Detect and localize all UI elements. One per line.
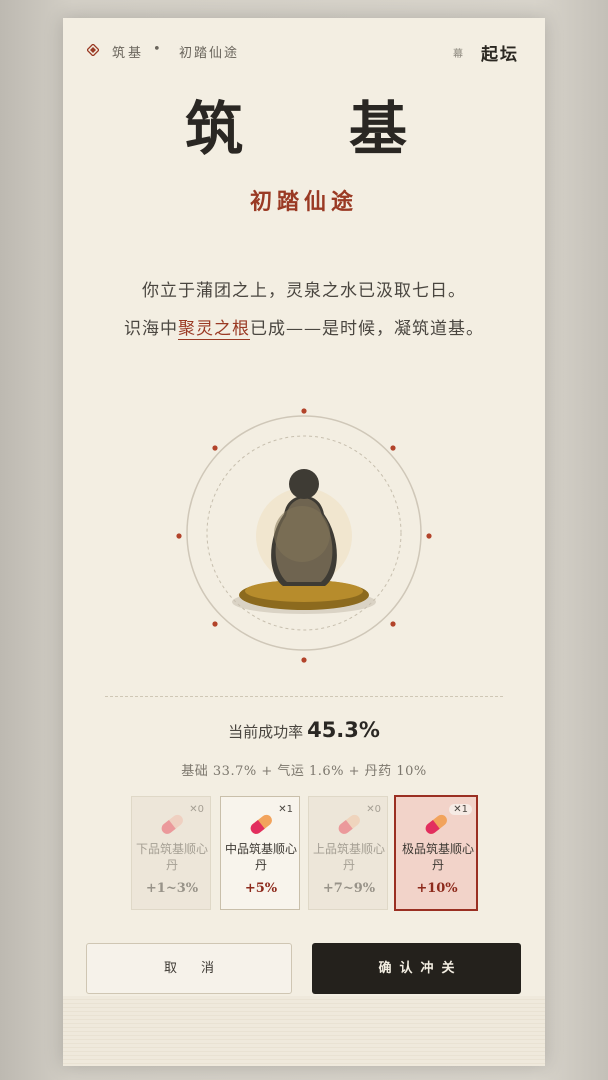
brand-prefix: 幕 [453,49,463,60]
breakthrough-dialog: 筑基 • 初踏仙途 幕 起坛 筑 基 初踏仙途 你立于蒲团之上，灵泉之水已汲取七… [63,18,545,1066]
narrative-highlight: 聚灵之根 [178,319,250,340]
success-rate-value: 45.3% [307,718,380,742]
success-rate: 当前成功率 45.3% [63,718,545,742]
pill-quantity: ✕1 [449,804,472,815]
narrative-line-2: 识海中聚灵之根已成——是时候，凝筑道基。 [63,314,545,340]
diamond-icon [87,44,99,56]
pill-card-supreme[interactable]: ✕1 极品筑基顺心丹 +10% [394,795,478,911]
narrative-text: 识海中 [124,319,178,339]
pill-selector: ✕0 下品筑基顺心丹 +1~3% ✕1 中品筑基顺心丹 +5% ✕0 上品筑基顺… [131,795,479,912]
cancel-button[interactable]: 取消 [86,943,292,994]
pill-bonus: +7~9% [322,881,376,896]
success-rate-breakdown: 基础 33.7% + 气运 1.6% + 丹药 10% [181,764,427,779]
pill-name: 极品筑基顺心丹 [401,842,474,872]
pill-quantity: ✕1 [278,804,293,815]
title-char-left: 筑 [185,95,244,163]
card-footer [63,996,545,1066]
title-char-right: 基 [349,95,408,163]
section-divider [105,696,503,697]
narrative-line-1: 你立于蒲团之上，灵泉之水已汲取七日。 [142,281,466,301]
pill-name: 上品筑基顺心丹 [313,842,386,872]
success-rate-label: 当前成功率 [228,723,304,741]
pill-card-high[interactable]: ✕0 上品筑基顺心丹 +7~9% [308,796,388,910]
capsule-icon [250,814,272,834]
pill-quantity: ✕0 [189,804,204,815]
confirm-breakthrough-button[interactable]: 确认冲关 [312,943,521,994]
breadcrumb-separator: • [153,42,161,57]
brand-logo: 起坛 [481,45,519,65]
pill-quantity: ✕0 [366,804,381,815]
capsule-icon [161,814,183,834]
pill-card-mid[interactable]: ✕1 中品筑基顺心丹 +5% [220,796,300,910]
header-bar: 筑基 • 初踏仙途 幕 起坛 [87,42,521,65]
capsule-icon [338,814,360,834]
breadcrumb-realm: 筑基 [112,46,145,61]
pill-name: 中品筑基顺心丹 [225,842,298,872]
pill-bonus: +10% [416,881,458,896]
gourd-emblem [176,408,432,663]
pill-name: 下品筑基顺心丹 [136,842,209,872]
breadcrumb-stage: 初踏仙途 [179,46,240,61]
pill-bonus: +1~3% [145,881,199,896]
page-subtitle: 初踏仙途 [249,189,358,215]
pill-card-low[interactable]: ✕0 下品筑基顺心丹 +1~3% [131,796,211,910]
narrative-text: 已成——是时候，凝筑道基。 [250,319,484,339]
capsule-icon [425,814,447,834]
pill-bonus: +5% [244,881,278,896]
